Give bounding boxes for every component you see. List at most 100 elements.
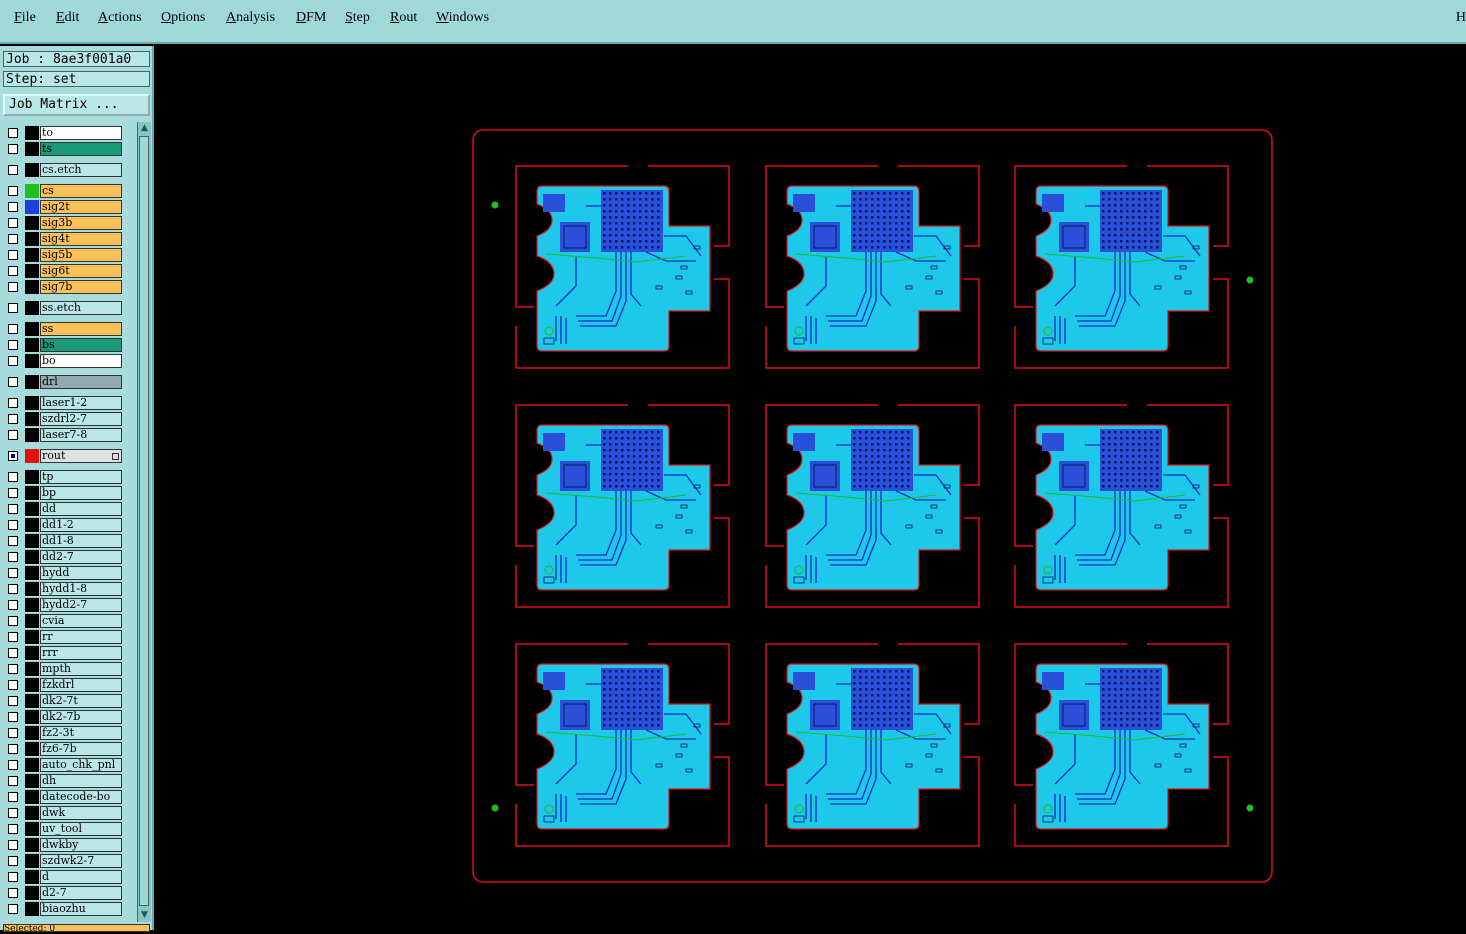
layer-name[interactable]: ts [40,142,122,156]
layer-color-swatch[interactable] [25,264,39,278]
layer-name[interactable]: d [40,870,122,884]
layer-name[interactable]: dd1-8 [40,534,122,548]
layer-color-swatch[interactable] [25,806,39,820]
layer-name[interactable]: cs.etch [40,163,122,177]
layer-checkbox[interactable] [8,600,18,610]
layer-row[interactable]: d [5,870,125,884]
menu-step[interactable]: Step [345,10,370,26]
layer-row[interactable]: biaozhu [5,902,125,916]
layer-name[interactable]: d2-7 [40,886,122,900]
layer-name[interactable]: laser1-2 [40,396,122,410]
menu-rout[interactable]: Rout [390,10,417,26]
menu-options[interactable]: Options [161,10,205,26]
layer-row[interactable]: cs.etch [5,163,125,177]
layer-name[interactable]: dwk [40,806,122,820]
job-matrix-button[interactable]: Job Matrix ... [3,94,150,116]
layer-row[interactable]: cvia [5,614,125,628]
layer-name[interactable]: to [40,126,122,140]
layer-row[interactable]: dh [5,774,125,788]
layer-color-swatch[interactable] [25,163,39,177]
layer-name[interactable]: sig6t [40,264,122,278]
layer-checkbox[interactable] [8,202,18,212]
layer-row[interactable]: rrr [5,646,125,660]
layer-color-swatch[interactable] [25,338,39,352]
layer-row[interactable]: rr [5,630,125,644]
layer-name[interactable]: uv_tool [40,822,122,836]
layer-checkbox[interactable] [8,744,18,754]
layer-row[interactable]: sig5b [5,248,125,262]
layer-checkbox[interactable] [8,568,18,578]
layer-row[interactable]: dk2-7b [5,710,125,724]
layer-name[interactable]: bo [40,354,122,368]
layer-row[interactable]: dd1-8 [5,534,125,548]
layer-color-swatch[interactable] [25,774,39,788]
layer-checkbox[interactable] [8,632,18,642]
layer-checkbox[interactable] [8,904,18,914]
layer-checkbox[interactable] [8,488,18,498]
layer-row[interactable]: hydd [5,566,125,580]
layer-row[interactable]: szdrl2-7 [5,412,125,426]
layer-row[interactable]: sig3b [5,216,125,230]
layer-color-swatch[interactable] [25,742,39,756]
layer-color-swatch[interactable] [25,726,39,740]
layer-checkbox[interactable] [8,128,18,138]
layer-checkbox[interactable] [8,472,18,482]
layer-color-swatch[interactable] [25,428,39,442]
layer-name[interactable]: tp [40,470,122,484]
layer-color-swatch[interactable] [25,886,39,900]
layer-name[interactable]: cvia [40,614,122,628]
layer-color-swatch[interactable] [25,662,39,676]
menu-analysis[interactable]: Analysis [226,10,275,26]
layer-row[interactable]: uv_tool [5,822,125,836]
layer-checkbox[interactable] [8,520,18,530]
layer-checkbox[interactable] [8,398,18,408]
layer-color-swatch[interactable] [25,375,39,389]
layer-row[interactable]: dwkby [5,838,125,852]
layer-checkbox[interactable] [8,218,18,228]
layer-color-swatch[interactable] [25,582,39,596]
layer-checkbox[interactable] [8,430,18,440]
layer-checkbox[interactable] [8,824,18,834]
layer-name[interactable]: dk2-7b [40,710,122,724]
layer-row[interactable]: dd2-7 [5,550,125,564]
layer-checkbox[interactable] [8,282,18,292]
layer-row[interactable]: d2-7 [5,886,125,900]
layer-row[interactable]: auto_chk_pnl [5,758,125,772]
layer-checkbox[interactable] [8,760,18,770]
layer-name[interactable]: sig5b [40,248,122,262]
layer-name[interactable]: fz6-7b [40,742,122,756]
layer-color-swatch[interactable] [25,126,39,140]
layer-row[interactable]: tp [5,470,125,484]
layer-checkbox[interactable] [8,888,18,898]
layer-list-scrollbar[interactable]: ▲ ▼ [137,122,151,922]
layer-color-swatch[interactable] [25,710,39,724]
layer-color-swatch[interactable] [25,678,39,692]
layer-name[interactable]: dd2-7 [40,550,122,564]
layer-checkbox[interactable] [8,377,18,387]
layer-name[interactable]: sig2t [40,200,122,214]
menu-help[interactable]: H [1456,10,1466,26]
layer-checkbox[interactable] [8,356,18,366]
layer-row[interactable]: hydd1-8 [5,582,125,596]
layer-color-swatch[interactable] [25,838,39,852]
layer-checkbox[interactable] [8,340,18,350]
layer-color-swatch[interactable] [25,322,39,336]
layer-row[interactable]: dd1-2 [5,518,125,532]
menu-file[interactable]: File [14,10,36,26]
menu-actions[interactable]: Actions [98,10,142,26]
layer-name[interactable]: fzkdrl [40,678,122,692]
layer-name[interactable]: dh [40,774,122,788]
layer-color-swatch[interactable] [25,902,39,916]
layer-color-swatch[interactable] [25,822,39,836]
layer-row[interactable]: hydd2-7 [5,598,125,612]
layer-color-swatch[interactable] [25,790,39,804]
layer-name[interactable]: fz2-3t [40,726,122,740]
layer-checkbox[interactable] [8,250,18,260]
menu-edit[interactable]: Edit [56,10,79,26]
layer-row[interactable]: drl [5,375,125,389]
layer-row[interactable]: rout [5,449,125,463]
layer-checkbox[interactable] [8,872,18,882]
layer-checkbox[interactable] [8,536,18,546]
layer-name[interactable]: bp [40,486,122,500]
scroll-down-icon[interactable]: ▼ [139,910,150,921]
